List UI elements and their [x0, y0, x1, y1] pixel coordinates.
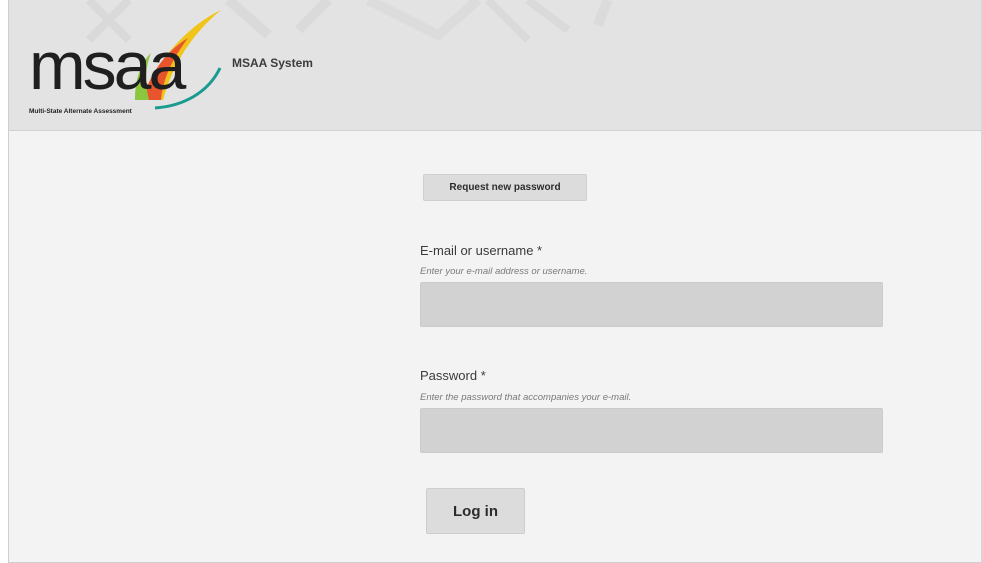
site-name[interactable]: MSAA System [232, 56, 313, 70]
login-content: Request new password E-mail or username … [9, 131, 981, 562]
request-new-password-tab[interactable]: Request new password [423, 174, 587, 201]
logo-tagline: Multi-State Alternate Assessment [29, 108, 132, 115]
page-frame: msaa Multi-State Alternate Assessment MS… [8, 0, 982, 563]
username-description: Enter your e-mail address or username. [420, 266, 588, 277]
username-label: E-mail or username * [420, 243, 543, 258]
password-input[interactable] [420, 408, 883, 453]
password-description: Enter the password that accompanies your… [420, 392, 632, 403]
username-input[interactable] [420, 282, 883, 327]
log-in-button[interactable]: Log in [426, 488, 525, 534]
site-header: msaa Multi-State Alternate Assessment MS… [9, 0, 981, 131]
logo-wordmark: msaa [29, 28, 186, 104]
msaa-logo[interactable]: msaa Multi-State Alternate Assessment [23, 8, 223, 123]
password-label: Password * [420, 368, 486, 383]
